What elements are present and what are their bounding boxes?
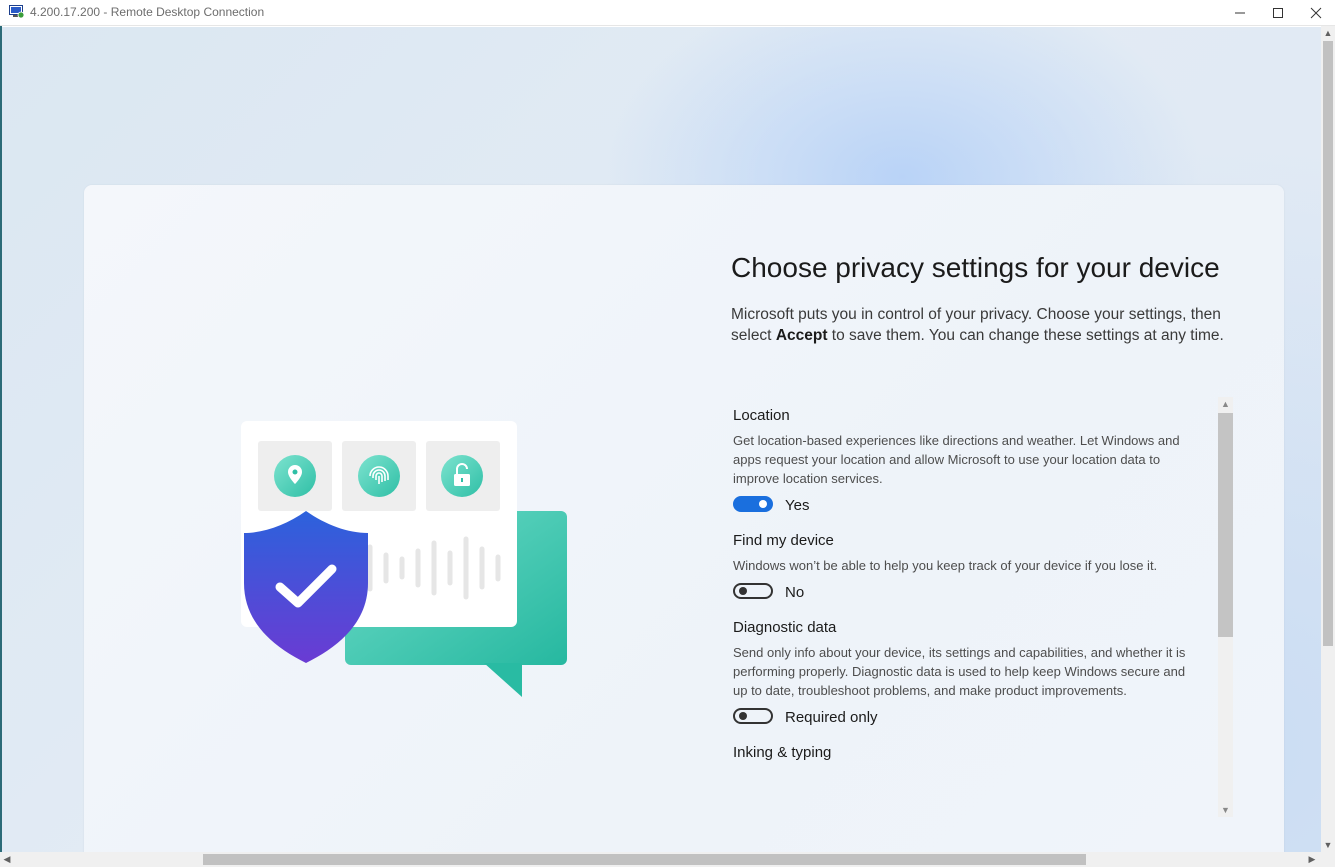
unlock-icon bbox=[441, 455, 483, 497]
location-pin-icon bbox=[274, 455, 316, 497]
scroll-up-arrow-icon[interactable]: ▲ bbox=[1218, 397, 1233, 411]
setting-diagnostic-data: Diagnostic data Send only info about you… bbox=[733, 617, 1203, 730]
diagnostic-data-toggle[interactable] bbox=[733, 708, 773, 724]
maximize-icon bbox=[1273, 8, 1283, 18]
diagnostic-data-toggle-row: Required only bbox=[733, 706, 1203, 730]
setting-title: Find my device bbox=[733, 532, 834, 549]
location-toggle-row: Yes bbox=[733, 494, 1203, 518]
close-icon bbox=[1310, 7, 1322, 19]
toggle-label: No bbox=[785, 584, 805, 601]
window-vertical-scrollbar[interactable]: ▲ ▼ bbox=[1321, 26, 1335, 852]
horizontal-scrollbar-thumb[interactable] bbox=[203, 854, 1086, 865]
toggle-knob bbox=[759, 500, 767, 508]
scroll-down-arrow-icon[interactable]: ▼ bbox=[1321, 838, 1335, 852]
toggle-label: Required only bbox=[785, 709, 878, 726]
setting-title: Inking & typing bbox=[733, 744, 832, 761]
toggle-label: Yes bbox=[785, 497, 810, 514]
remote-viewport: Choose privacy settings for your device … bbox=[2, 27, 1321, 852]
scroll-down-arrow-icon[interactable]: ▼ bbox=[1218, 803, 1233, 817]
minimize-icon bbox=[1235, 12, 1245, 14]
fingerprint-icon bbox=[358, 455, 400, 497]
toggle-knob bbox=[739, 587, 747, 595]
page-intro: Microsoft puts you in control of your pr… bbox=[731, 304, 1241, 346]
setting-location: Location Get location-based experiences … bbox=[733, 405, 1203, 518]
maximize-button[interactable] bbox=[1259, 0, 1297, 26]
settings-scrollbar[interactable]: ▲ ▼ bbox=[1218, 397, 1233, 817]
scroll-left-arrow-icon[interactable]: ◀ bbox=[0, 852, 14, 867]
vertical-scrollbar-thumb[interactable] bbox=[1323, 41, 1333, 646]
setting-description: Get location-based experiences like dire… bbox=[733, 433, 1180, 486]
close-button[interactable] bbox=[1297, 0, 1335, 26]
minimize-button[interactable] bbox=[1221, 0, 1259, 26]
privacy-illustration bbox=[241, 421, 567, 697]
setting-title: Diagnostic data bbox=[733, 619, 837, 636]
scroll-up-arrow-icon[interactable]: ▲ bbox=[1321, 26, 1335, 40]
setting-description: Send only info about your device, its se… bbox=[733, 645, 1186, 698]
toggle-knob bbox=[739, 712, 747, 720]
window-horizontal-scrollbar[interactable]: ◀ ▶ bbox=[0, 852, 1321, 867]
intro-text-end: to save them. You can change these setti… bbox=[827, 327, 1224, 344]
location-toggle[interactable] bbox=[733, 496, 773, 512]
oobe-privacy-card: Choose privacy settings for your device … bbox=[84, 185, 1284, 852]
find-my-device-toggle-row: No bbox=[733, 581, 1203, 605]
intro-accept-keyword: Accept bbox=[775, 327, 828, 344]
window-titlebar: 4.200.17.200 - Remote Desktop Connection bbox=[0, 0, 1335, 26]
remote-desktop-icon bbox=[9, 5, 25, 19]
window-title: 4.200.17.200 - Remote Desktop Connection bbox=[30, 5, 265, 19]
setting-description: Windows won’t be able to help you keep t… bbox=[733, 558, 1158, 573]
find-my-device-toggle[interactable] bbox=[733, 583, 773, 599]
page-title: Choose privacy settings for your device bbox=[731, 252, 1220, 283]
scroll-right-arrow-icon[interactable]: ▶ bbox=[1305, 852, 1319, 867]
scrollbar-thumb[interactable] bbox=[1218, 413, 1233, 637]
setting-find-my-device: Find my device Windows won’t be able to … bbox=[733, 530, 1203, 605]
setting-title: Location bbox=[733, 407, 790, 424]
scrollbar-corner bbox=[1321, 852, 1335, 867]
setting-inking-typing: Inking & typing bbox=[733, 742, 1203, 764]
privacy-settings-list: Location Get location-based experiences … bbox=[733, 405, 1203, 764]
